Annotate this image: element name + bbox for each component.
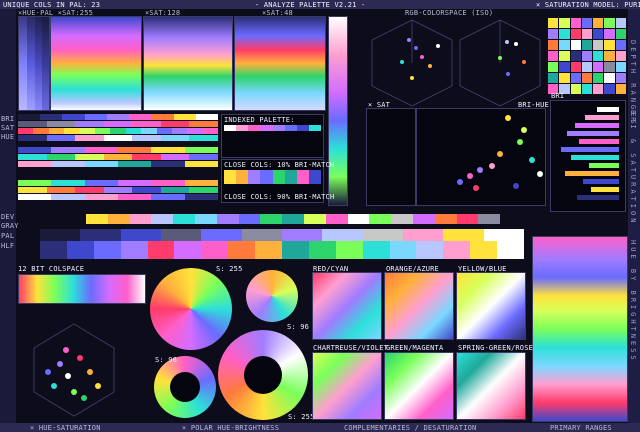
tag-bri: BRI — [1, 115, 15, 123]
polar-s96a-label: S: 96 — [287, 323, 310, 331]
hue-palette-sat48 — [234, 16, 326, 111]
quad-green-magenta — [384, 352, 454, 420]
hue-saturation-wheel — [33, 323, 115, 417]
rgb-dot — [514, 42, 518, 46]
rgb-dot — [506, 72, 510, 76]
palette-gray-row[interactable] — [40, 229, 524, 241]
rgb-dot — [420, 55, 424, 59]
rgb-dot — [410, 76, 414, 80]
bri-sat-vlabel: BRI & SATURATION — [629, 110, 637, 226]
tag-dev: DEV — [1, 213, 15, 221]
quad-title-green-magenta: GREEN/MAGENTA — [386, 344, 444, 352]
bri-bar-panel — [550, 100, 626, 212]
ramp-row — [18, 161, 218, 167]
sat-ramp-row — [18, 121, 219, 127]
hue-palette-sat255 — [50, 16, 142, 111]
bri-ramp-row — [18, 114, 218, 120]
polar-s255b-label: S: 255 — [288, 413, 315, 421]
polar-wheel-s255 — [150, 268, 232, 350]
close-cols-bri-panel: CLOSE COLS: 10% BRI-MATCH CLOSE COLS: 90… — [221, 159, 334, 203]
quad-title-chartreuse-violet: CHARTREUSE/VIOLET — [313, 344, 389, 352]
ramp-row — [18, 187, 219, 193]
footer-polar: × POLAR HUE-BRIGHTNESS — [182, 424, 280, 432]
sat-scatter-plot — [366, 108, 416, 206]
primary-ranges-panel — [532, 236, 628, 422]
indexed-swatches[interactable] — [224, 125, 321, 131]
rgb-dot — [505, 40, 509, 44]
rgb-dot — [428, 64, 432, 68]
close-cols-sat-label: CLOSE COLS: 90% BRI-MATCH — [224, 193, 335, 201]
indexed-palette-panel: INDEXED PALETTE: — [221, 114, 324, 158]
hue-ramp-row — [18, 128, 219, 134]
polar-wheel-s96 — [246, 270, 298, 322]
rgb-dot — [407, 38, 411, 42]
rgb-dot — [400, 60, 404, 64]
ramp-row — [18, 147, 218, 153]
unique-cols-label: UNIQUE COLS IN PAL: 23 — [3, 1, 101, 9]
quad-title-spring-green-rose: SPRING-GREEN/ROSE — [458, 344, 534, 352]
tag-gray: GRAY — [1, 222, 19, 230]
footer-hue-sat: × HUE-SATURATION — [30, 424, 101, 432]
rgb-dot — [436, 44, 440, 48]
palette-swatch-grid[interactable] — [548, 18, 626, 94]
hue-columns — [18, 16, 50, 111]
bri-hue-label: BRI-HUE — [518, 101, 549, 109]
bri-hue-scatter-plot — [416, 108, 546, 206]
brightness-ramp — [328, 16, 348, 206]
tag-pal: PAL — [1, 232, 15, 240]
quad-spring-green-rose — [456, 352, 526, 420]
polar-wheel-s255b — [218, 330, 308, 420]
ramp-row — [18, 154, 219, 160]
rgb-colorspace-plot — [371, 19, 541, 107]
hue-palette-sat128 — [143, 16, 233, 111]
footer-primary-ranges: PRIMARY RANGES — [550, 424, 612, 432]
quad-red-cyan — [312, 272, 382, 340]
rgb-dot — [414, 46, 418, 50]
hue-by-bri-vlabel: HUE BY BRIGHTNESS — [629, 240, 637, 363]
ramp-row — [18, 180, 218, 186]
bri-label: BRI — [551, 92, 565, 100]
quad-yellow-blue — [456, 272, 526, 340]
app-title: - ANALYZE PALETTE V2.21 - — [255, 1, 366, 9]
quad-chartreuse-violet — [312, 352, 382, 420]
tag-sat: SAT — [1, 124, 15, 132]
palette-main-row[interactable] — [40, 241, 525, 259]
polar-s96b-label: S: 96 — [155, 356, 178, 364]
ramp-row — [18, 135, 219, 141]
rgb-dot — [522, 60, 526, 64]
rgb-dot — [498, 56, 502, 60]
tag-hue: HUE — [1, 133, 15, 141]
ramp-row — [18, 194, 218, 200]
close-cols-bri-swatches[interactable] — [224, 170, 321, 184]
close-cols-bri-label: CLOSE COLS: 10% BRI-MATCH — [224, 161, 335, 169]
quad-orange-azure — [384, 272, 454, 340]
palette-top-row[interactable] — [86, 214, 501, 224]
colspace-strip — [18, 274, 146, 304]
colspace-title: 12 BIT COLSPACE — [18, 265, 85, 273]
footer-complementaries: COMPLEMENTARIES / DESATURATION — [344, 424, 477, 432]
polar-s255a-label: S: 255 — [216, 265, 243, 273]
sat-scatter-label: × SAT — [368, 101, 391, 109]
saturation-model-selector[interactable]: × SATURATION MODEL: PURISM — [536, 1, 640, 9]
polar-wheel-s96b — [154, 356, 216, 418]
indexed-palette-title: INDEXED PALETTE: — [224, 116, 295, 124]
tag-hlf: HLF — [1, 242, 15, 250]
